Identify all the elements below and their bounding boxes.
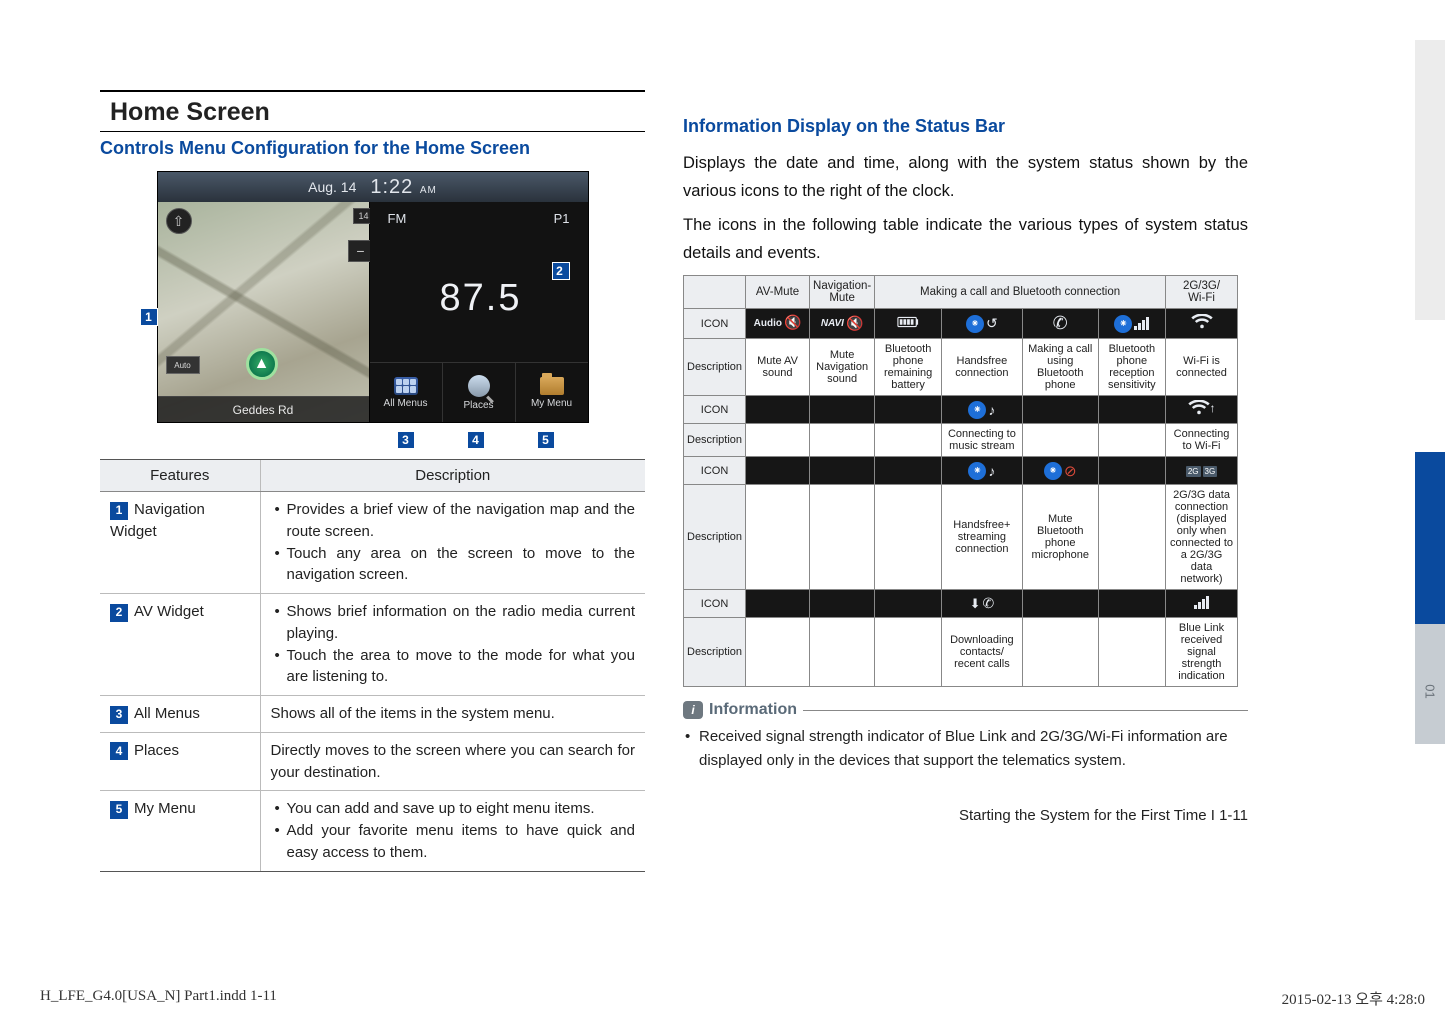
radio-freq: 87.5 <box>440 277 522 320</box>
th-features: Features <box>100 460 260 492</box>
icon-row: ICON Audio🔇 NAVI🔇 ⁕↺ ✆ ⁕ <box>684 309 1238 339</box>
navi-mute-icon: NAVI🔇 <box>821 315 864 332</box>
bt-reception-icon: ⁕ <box>1114 315 1149 333</box>
allmenus-button: All Menus <box>370 363 442 422</box>
folder-icon <box>540 377 564 395</box>
auto-button: Auto <box>166 356 200 374</box>
side-blue-tab <box>1415 452 1445 624</box>
table-row: 3All Menus Shows all of the items in the… <box>100 696 645 733</box>
icon-row: ICON ⁕♪ ⁕⊘ 2G3G <box>684 457 1238 485</box>
footer-left: H_LFE_G4.0[USA_N] Part1.indd 1-11 <box>40 988 277 1009</box>
search-icon <box>468 375 490 397</box>
compass-icon: ⇧ <box>166 208 192 234</box>
right-column: Information Display on the Status Bar Di… <box>683 90 1248 872</box>
shot-ampm: AM <box>420 185 437 196</box>
bt-music-icon: ⁕♪ <box>968 401 995 419</box>
shot-statusbar: Aug. 14 1:22 AM <box>158 172 588 202</box>
desc-row: Description Handsfree+ streaming connect… <box>684 485 1238 590</box>
data-2g3g-icon: 2G3G <box>1186 466 1217 477</box>
bt-mic-mute-icon: ⁕⊘ <box>1044 462 1077 480</box>
bt-call-icon: ✆ <box>1053 313 1068 334</box>
p1: Displays the date and time, along with t… <box>683 149 1248 205</box>
table-row: 4Places Directly moves to the screen whe… <box>100 732 645 791</box>
places-button: Places <box>442 363 515 422</box>
mymenu-button: My Menu <box>515 363 588 422</box>
callout-2: 2 <box>552 262 570 280</box>
page-number: Starting the System for the First Time I… <box>683 807 1248 824</box>
h2-controls-menu: Controls Menu Configuration for the Home… <box>100 138 645 159</box>
shot-date: Aug. 14 <box>308 179 356 195</box>
nav-widget: ⇧ 14 − Auto ▲ Geddes Rd 1 <box>158 202 370 422</box>
audio-mute-icon: Audio🔇 <box>754 315 802 332</box>
callout-5: 5 <box>537 431 555 449</box>
vehicle-arrow-icon: ▲ <box>246 348 278 380</box>
callout-1: 1 <box>140 308 158 326</box>
av-widget: FM P1 87.5 2 All Menus <box>370 202 588 422</box>
info-header: i Information <box>683 701 1248 719</box>
features-table: Features Description 1Navigation Widget … <box>100 459 645 872</box>
status-icon-table: AV-Mute Navigation-Mute Making a call an… <box>683 275 1238 687</box>
icon-row: ICON ⬇✆ <box>684 590 1238 618</box>
bt-handsfree-icon: ⁕↺ <box>966 315 998 333</box>
callout-4: 4 <box>467 431 485 449</box>
radio-preset: P1 <box>554 211 570 226</box>
desc-row: Description Downloading contacts/ recent… <box>684 618 1238 687</box>
table-row: 2AV Widget Shows brief information on th… <box>100 594 645 696</box>
p2: The icons in the following table indicat… <box>683 211 1248 267</box>
left-column: Home Screen Controls Menu Configuration … <box>100 90 645 872</box>
shot-time: 1:22 <box>370 176 413 198</box>
table-row: 5My Menu You can add and save up to eigh… <box>100 791 645 871</box>
callout-3: 3 <box>397 431 415 449</box>
wifi-connecting-icon: ↑ <box>1188 400 1216 416</box>
page: Home Screen Controls Menu Configuration … <box>0 0 1445 872</box>
radio-band: FM <box>388 211 407 226</box>
th-description: Description <box>260 460 645 492</box>
side-gray-strip <box>1415 40 1445 320</box>
bt-hf-stream-icon: ⁕♪ <box>968 462 995 480</box>
road-label: Geddes Rd <box>158 396 369 422</box>
info-icon: i <box>683 701 703 719</box>
info-title: Information <box>709 701 797 719</box>
bluelink-signal-icon <box>1194 596 1209 609</box>
desc-row: Description Connecting to music stream C… <box>684 424 1238 457</box>
side-gray-tab: 01 <box>1415 624 1445 744</box>
grid-icon <box>394 377 418 395</box>
home-screen-screenshot: Aug. 14 1:22 AM ⇧ 14 − Auto ▲ Geddes Rd … <box>157 171 589 423</box>
table-row: 1Navigation Widget Provides a brief view… <box>100 492 645 594</box>
h2-info-display: Information Display on the Status Bar <box>683 116 1248 137</box>
download-contacts-icon: ⬇✆ <box>970 595 995 612</box>
icon-row: ICON ⁕♪ ↑ <box>684 396 1238 424</box>
footer-right: 2015-02-13 오후 4:28:0 <box>1282 988 1425 1009</box>
h1-home-screen: Home Screen <box>100 94 645 132</box>
doc-footer: H_LFE_G4.0[USA_N] Part1.indd 1-11 2015-0… <box>40 988 1425 1009</box>
battery-icon <box>897 314 919 330</box>
info-body: Received signal strength indicator of Bl… <box>683 725 1248 773</box>
callouts-bottom: 3 4 5 <box>157 431 589 449</box>
desc-row: Description Mute AV sound Mute Navigatio… <box>684 339 1238 396</box>
wifi-icon <box>1191 314 1213 330</box>
